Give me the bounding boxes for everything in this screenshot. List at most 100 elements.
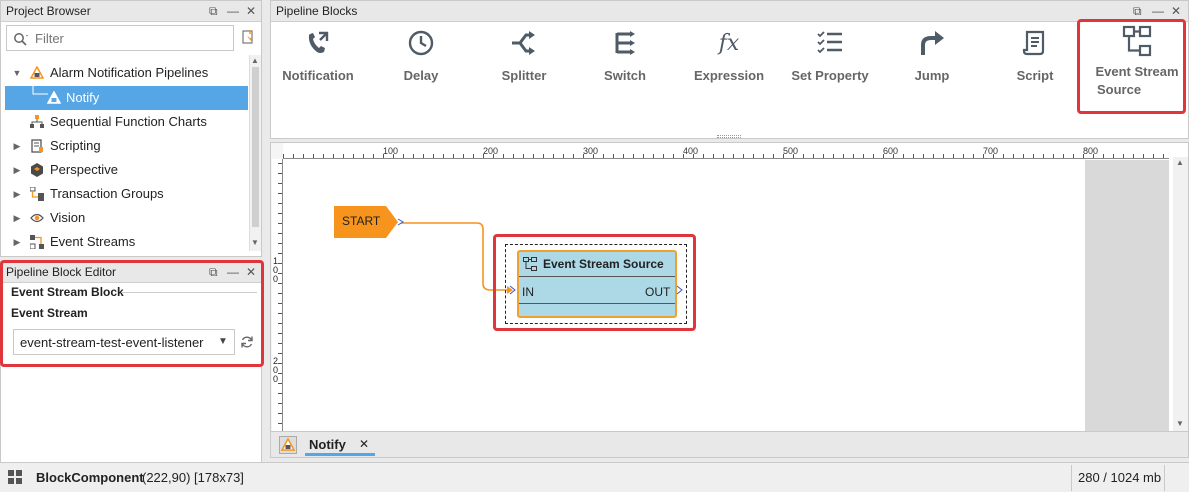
- project-browser-title: Project Browser: [1, 1, 261, 22]
- tree-label: Perspective: [50, 162, 118, 177]
- tab-close-icon[interactable]: ✕: [359, 437, 369, 451]
- scroll-up-arrow-icon[interactable]: ▲: [1176, 158, 1184, 167]
- jump-arrow-icon: [921, 31, 944, 55]
- search-icon: [14, 33, 28, 46]
- tree-item-event-streams[interactable]: ▶ Event Streams: [1, 230, 249, 251]
- dropdown-value: event-stream-test-event-listener: [20, 335, 204, 350]
- close-icon[interactable]: ✕: [1171, 3, 1181, 19]
- event-stream-label: Event Stream: [11, 306, 88, 320]
- canvas-vscrollbar[interactable]: ▲ ▼: [1173, 157, 1188, 431]
- tool-label: Notification: [282, 68, 354, 83]
- float-icon[interactable]: ⧉: [209, 264, 218, 280]
- alarm-pipeline-icon: [30, 66, 44, 79]
- collapsed-arrow-icon[interactable]: ▶: [12, 158, 22, 182]
- resize-grip[interactable]: [717, 135, 741, 138]
- scroll-up-arrow-icon[interactable]: ▲: [251, 56, 259, 65]
- ruler-mark: 800: [1083, 146, 1099, 156]
- collapsed-arrow-icon[interactable]: ▶: [12, 230, 22, 251]
- transaction-groups-icon: [30, 187, 44, 201]
- pipeline-icon: [47, 91, 61, 104]
- block-in-label: IN: [522, 285, 534, 299]
- tool-label: Event Stream Source: [1087, 63, 1187, 99]
- ruler-mark: 600: [883, 146, 899, 156]
- set-property-block[interactable]: Set Property: [780, 27, 880, 85]
- pipeline-canvas-panel: 100 200 300 400 500 600 700 800 1 0 0 2 …: [270, 142, 1189, 432]
- switch-block[interactable]: Switch: [575, 27, 675, 85]
- ruler-mark: 700: [983, 146, 999, 156]
- phone-forward-icon: [308, 31, 329, 53]
- ruler-mark: 500: [783, 146, 799, 156]
- close-icon[interactable]: ✕: [246, 264, 256, 280]
- tool-label: Set Property: [791, 68, 869, 83]
- tree-item-sequential-function-charts[interactable]: Sequential Function Charts: [1, 110, 249, 134]
- section-header: Event Stream Block: [11, 285, 124, 299]
- checklist-icon: [817, 31, 842, 54]
- tree-item-perspective[interactable]: ▶ Perspective: [1, 158, 249, 182]
- tree-label: Alarm Notification Pipelines: [50, 65, 209, 80]
- event-stream-source-node[interactable]: Event Stream Source IN OUT: [517, 250, 677, 318]
- close-icon[interactable]: ✕: [246, 3, 256, 19]
- start-output-port-icon[interactable]: [397, 218, 405, 226]
- event-stream-dropdown[interactable]: event-stream-test-event-listener ▼: [13, 329, 235, 355]
- splitter-block[interactable]: Splitter: [474, 27, 574, 85]
- filter-box[interactable]: [6, 25, 234, 51]
- memory-usage: 280 / 1024 mb: [1078, 470, 1162, 485]
- tree-label: Event Streams: [50, 234, 136, 249]
- event-stream-icon: [1122, 25, 1152, 57]
- tree-item-scripting[interactable]: ▶ Scripting: [1, 134, 249, 158]
- document-tab-bar: Notify ✕: [270, 432, 1189, 458]
- tree-label: Notify: [66, 90, 100, 105]
- off-page-area: [1085, 160, 1169, 431]
- block-editor-title: Pipeline Block Editor: [1, 262, 261, 283]
- scroll-thumb[interactable]: [252, 67, 259, 227]
- vision-eye-icon: [30, 213, 44, 223]
- grid-layout-icon[interactable]: [8, 470, 22, 484]
- tree-item-transaction-groups[interactable]: ▶ Transaction Groups: [1, 182, 249, 206]
- new-resource-icon[interactable]: [240, 29, 256, 45]
- tree-item-vision[interactable]: ▶ Vision: [1, 206, 249, 230]
- script-icon: [1022, 30, 1045, 56]
- start-node[interactable]: START: [334, 206, 404, 238]
- expanded-arrow-icon[interactable]: ▼: [12, 61, 22, 85]
- tool-label: Script: [1016, 68, 1054, 83]
- ruler-mark: 400: [683, 146, 699, 156]
- refresh-icon[interactable]: [240, 335, 254, 349]
- scroll-down-arrow-icon[interactable]: ▼: [1176, 419, 1184, 428]
- collapsed-arrow-icon[interactable]: ▶: [12, 134, 22, 158]
- float-icon[interactable]: ⧉: [209, 3, 218, 19]
- project-tree: ▼ Alarm Notification Pipelines Notify Se…: [1, 61, 249, 251]
- jump-block[interactable]: Jump: [882, 27, 982, 85]
- pipeline-blocks-panel: Pipeline Blocks ⧉ — ✕ Notification Delay…: [270, 0, 1189, 139]
- script-block[interactable]: Script: [985, 27, 1085, 85]
- tree-label: Sequential Function Charts: [50, 114, 207, 129]
- switch-icon: [615, 31, 635, 55]
- minimize-icon[interactable]: —: [227, 264, 239, 280]
- tool-label: Expression: [693, 68, 765, 83]
- expression-block[interactable]: fx Expression: [679, 27, 779, 85]
- notification-block[interactable]: Notification: [268, 27, 368, 85]
- collapsed-arrow-icon[interactable]: ▶: [12, 182, 22, 206]
- block-output-port-icon[interactable]: [676, 285, 684, 295]
- scroll-down-arrow-icon[interactable]: ▼: [251, 238, 259, 247]
- float-icon[interactable]: ⧉: [1133, 3, 1142, 19]
- collapsed-arrow-icon[interactable]: ▶: [12, 206, 22, 230]
- minimize-icon[interactable]: —: [1152, 3, 1164, 19]
- ruler-mark: 300: [583, 146, 599, 156]
- status-component: BlockComponent: [36, 470, 144, 485]
- tree-scrollbar[interactable]: ▲ ▼: [249, 55, 261, 251]
- event-stream-source-block[interactable]: Event Stream Source: [1087, 25, 1187, 99]
- block-input-port-icon[interactable]: [509, 285, 517, 295]
- tree-item-notify[interactable]: Notify: [5, 82, 248, 110]
- minimize-icon[interactable]: —: [227, 3, 239, 19]
- splitter-icon: [512, 31, 535, 55]
- event-stream-icon: [523, 257, 537, 271]
- delay-block[interactable]: Delay: [371, 27, 471, 85]
- sfc-icon: [30, 115, 44, 128]
- pipeline-tab-icon[interactable]: [279, 436, 297, 454]
- tab-notify[interactable]: Notify ✕: [305, 434, 375, 456]
- block-out-label: OUT: [645, 285, 671, 299]
- filter-input[interactable]: [35, 29, 225, 47]
- dropdown-arrow-icon[interactable]: ▼: [218, 336, 228, 347]
- tree-connector-line: [32, 82, 48, 95]
- tool-label-line2: Source: [1097, 82, 1142, 97]
